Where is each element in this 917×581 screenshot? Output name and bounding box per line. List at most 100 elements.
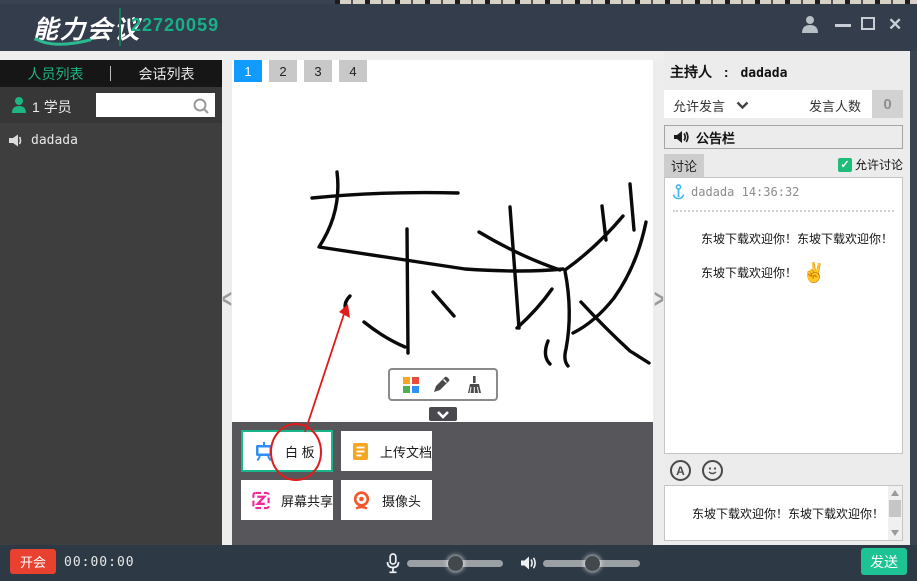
chat-input-value: 东坡下载欢迎你！东坡下载欢迎你！ bbox=[692, 505, 884, 522]
message-meta: dadada 14:36:32 bbox=[691, 185, 799, 199]
toolbar-collapse-button[interactable] bbox=[429, 407, 457, 421]
right-collapse-strip: > bbox=[653, 60, 664, 545]
announcement-bar[interactable]: 公告栏 bbox=[664, 125, 903, 149]
tab-session-list-label: 会话列表 bbox=[139, 64, 195, 84]
chat-history[interactable]: dadada 14:36:32 东坡下载欢迎你！东坡下载欢迎你！东坡下载欢迎你！… bbox=[664, 177, 903, 454]
speaker-count-label: 发言人数 bbox=[809, 96, 861, 115]
top-noise-strip-left bbox=[0, 0, 335, 4]
speaker-icon[interactable] bbox=[520, 555, 538, 571]
camera-button[interactable]: 摄像头 bbox=[341, 480, 432, 520]
title-divider bbox=[119, 8, 121, 46]
upload-document-button[interactable]: 上传文档 bbox=[341, 431, 432, 471]
maximize-icon[interactable] bbox=[861, 17, 875, 30]
message-text: 东坡下载欢迎你！东坡下载欢迎你！东坡下载欢迎你！ ✌ bbox=[665, 222, 902, 291]
upload-doc-icon bbox=[352, 442, 369, 461]
tab-member-list[interactable]: 人员列表 bbox=[0, 60, 111, 87]
broom-icon[interactable] bbox=[465, 375, 483, 394]
host-line: 主持人 : dadada bbox=[670, 62, 787, 82]
scroll-up-arrow[interactable] bbox=[891, 490, 899, 496]
right-window-edge bbox=[910, 51, 917, 545]
font-button[interactable]: A bbox=[670, 460, 691, 481]
discussion-tab[interactable]: 讨论 bbox=[664, 154, 704, 177]
mic-icon[interactable] bbox=[386, 553, 400, 574]
victory-hand-emoji: ✌ bbox=[802, 263, 826, 284]
announcement-label: 公告栏 bbox=[696, 128, 735, 147]
member-name: dadada bbox=[31, 133, 78, 148]
scroll-down-arrow[interactable] bbox=[891, 530, 899, 536]
host-name: dadada bbox=[740, 66, 787, 81]
member-count-suffix: 学员 bbox=[44, 99, 72, 115]
composer-toolbar: A bbox=[670, 460, 723, 481]
tab-member-list-label: 人员列表 bbox=[28, 64, 84, 84]
emoji-picker-icon[interactable] bbox=[702, 460, 723, 481]
titlebar: 能力会议 22720059 ✕ bbox=[0, 0, 917, 51]
message-sender: dadada bbox=[691, 185, 734, 199]
logo-swoosh-icon bbox=[34, 36, 92, 48]
allow-discussion-label: 允许讨论 bbox=[855, 156, 903, 173]
person-icon bbox=[11, 96, 27, 114]
smiley-icon bbox=[706, 464, 719, 477]
page-tab-4[interactable]: 4 bbox=[339, 60, 367, 82]
user-icon[interactable] bbox=[800, 14, 820, 34]
chevron-down-icon[interactable] bbox=[736, 101, 749, 109]
start-meeting-button[interactable]: 开会 bbox=[10, 549, 56, 574]
chevron-left-icon[interactable]: < bbox=[222, 285, 232, 315]
search-input[interactable] bbox=[96, 93, 215, 117]
whiteboard-button[interactable]: 白 板 bbox=[241, 430, 333, 472]
message-time: 14:36:32 bbox=[742, 185, 800, 199]
host-separator: : bbox=[724, 64, 729, 80]
page-tabs: 1 2 3 4 bbox=[234, 60, 374, 82]
minimize-icon[interactable] bbox=[835, 24, 851, 27]
anchor-icon bbox=[672, 184, 685, 200]
member-count: 1 学员 bbox=[32, 97, 72, 117]
sidebar-tabbar: 人员列表 会话列表 bbox=[0, 60, 222, 87]
allow-speak-dropdown[interactable]: 允许发言 bbox=[673, 96, 725, 115]
send-button[interactable]: 发送 bbox=[861, 548, 907, 575]
page-tab-1[interactable]: 1 bbox=[234, 60, 262, 82]
screen-share-label: 屏幕共享 bbox=[281, 491, 333, 510]
message-separator bbox=[673, 210, 894, 212]
search-icon bbox=[192, 97, 210, 115]
screenshare-icon bbox=[252, 491, 270, 510]
whiteboard-icon bbox=[254, 442, 274, 461]
color-palette-icon[interactable] bbox=[403, 377, 419, 393]
sidebar: 人员列表 会话列表 1 学员 bbox=[0, 60, 222, 545]
speaker-volume-thumb[interactable] bbox=[585, 556, 600, 571]
whiteboard-button-label: 白 板 bbox=[285, 442, 315, 461]
member-count-number: 1 bbox=[32, 99, 40, 115]
pencil-icon[interactable] bbox=[432, 375, 451, 394]
chat-input[interactable]: 东坡下载欢迎你！东坡下载欢迎你！ bbox=[664, 485, 903, 541]
speak-control-bar: 允许发言 发言人数 0 bbox=[664, 90, 903, 118]
member-count-row: 1 学员 bbox=[0, 87, 222, 123]
meeting-app-window: 能力会议 22720059 ✕ 人员列表 会话列表 bbox=[0, 0, 917, 581]
page-tab-3[interactable]: 3 bbox=[304, 60, 332, 82]
mic-volume-thumb[interactable] bbox=[448, 556, 463, 571]
member-row[interactable]: dadada bbox=[0, 128, 222, 152]
upload-document-label: 上传文档 bbox=[380, 442, 432, 461]
tab-session-list[interactable]: 会话列表 bbox=[111, 60, 222, 87]
megaphone-icon bbox=[673, 130, 689, 144]
speaker-count-value: 0 bbox=[872, 90, 903, 118]
screen-share-button[interactable]: 屏幕共享 bbox=[241, 480, 333, 520]
top-noise-strip-right bbox=[335, 0, 917, 4]
message-text-content: 东坡下载欢迎你！东坡下载欢迎你！东坡下载欢迎你！ bbox=[701, 232, 893, 280]
page-tab-2[interactable]: 2 bbox=[269, 60, 297, 82]
chevron-down-icon bbox=[436, 410, 450, 419]
scroll-thumb[interactable] bbox=[889, 500, 901, 517]
allow-discussion-checkbox[interactable]: ✓ bbox=[838, 158, 852, 172]
whiteboard-toolbar bbox=[388, 368, 498, 401]
meeting-id: 22720059 bbox=[131, 15, 219, 36]
host-label: 主持人 bbox=[670, 64, 712, 80]
right-panel: 主持人 : dadada 允许发言 发言人数 0 公告栏 讨论 ✓ 允许讨论 bbox=[664, 51, 910, 545]
chevron-right-icon[interactable]: > bbox=[654, 285, 664, 315]
input-scrollbar[interactable] bbox=[888, 486, 902, 540]
close-icon[interactable]: ✕ bbox=[888, 13, 902, 37]
allow-discussion-toggle[interactable]: ✓ 允许讨论 bbox=[838, 156, 903, 173]
whiteboard-canvas[interactable]: 1 2 3 4 bbox=[232, 60, 653, 545]
bottom-bar: 开会 00:00:00 发送 bbox=[0, 545, 917, 581]
camera-icon bbox=[352, 491, 371, 510]
member-audio-icon bbox=[8, 134, 23, 147]
share-dock: 白 板 上传文档 屏幕共享 bbox=[232, 422, 653, 545]
camera-label: 摄像头 bbox=[382, 491, 421, 510]
meeting-timer: 00:00:00 bbox=[64, 555, 135, 570]
